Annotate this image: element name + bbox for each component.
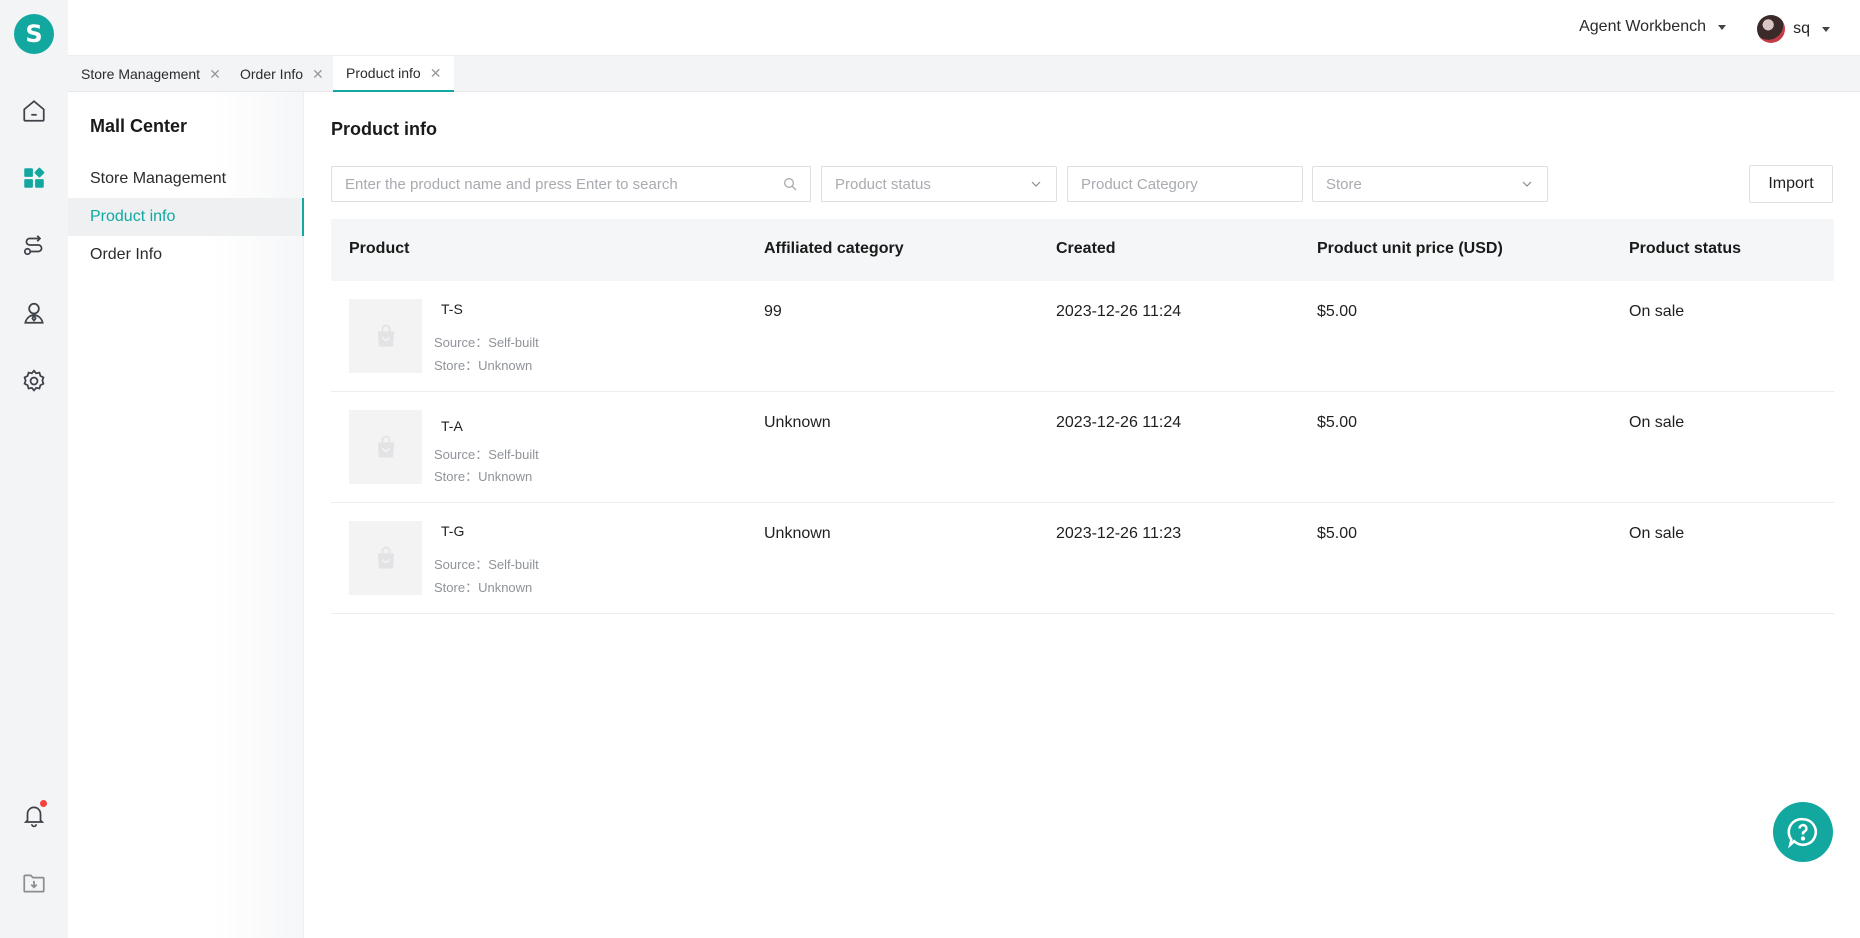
logo-letter: S — [25, 20, 43, 48]
caret-down-icon — [1822, 26, 1830, 32]
column-header: Created — [1056, 240, 1116, 257]
product-store: Store：Unknown — [434, 358, 533, 373]
agent-icon[interactable] — [19, 298, 49, 328]
product-category: 99 — [764, 303, 782, 320]
page-title: Product info — [331, 119, 437, 139]
help-chat-icon — [1787, 817, 1818, 849]
status-placeholder: Product status — [835, 175, 931, 193]
table-row[interactable]: T-A Source：Self-built Store：Unknown Unkn… — [331, 392, 1834, 503]
search-placeholder: Enter the product name and press Enter t… — [345, 175, 678, 193]
product-image-placeholder — [349, 521, 422, 595]
workbench-label: Agent Workbench — [1579, 18, 1706, 35]
chevron-down-icon — [1522, 181, 1532, 187]
store-select[interactable]: Store — [1312, 166, 1548, 202]
tab-label: Store Management — [81, 66, 201, 82]
download-folder-icon[interactable] — [19, 868, 49, 898]
product-store: Store：Unknown — [434, 580, 533, 595]
store-placeholder: Store — [1326, 175, 1362, 193]
tab-order-info[interactable]: Order Info ✕ — [227, 56, 337, 92]
product-source: Source：Self-built — [434, 557, 539, 572]
product-name[interactable]: T-A — [441, 418, 463, 434]
column-header: Product status — [1629, 240, 1742, 257]
search-input[interactable]: Enter the product name and press Enter t… — [331, 166, 811, 202]
product-price: $5.00 — [1317, 525, 1358, 542]
notification-dot — [40, 800, 47, 807]
column-header: Product unit price (USD) — [1317, 240, 1503, 257]
product-created: 2023-12-26 11:24 — [1056, 303, 1182, 320]
avatar — [1757, 15, 1786, 43]
product-status-select[interactable]: Product status — [821, 166, 1057, 202]
table-row[interactable]: T-G Source：Self-built Store：Unknown Unkn… — [331, 503, 1834, 614]
product-category: Unknown — [764, 525, 831, 542]
secondary-sidebar: Mall Center Store Management Product inf… — [68, 92, 304, 938]
product-created: 2023-12-26 11:24 — [1056, 414, 1182, 431]
sidebar-title: Mall Center — [90, 116, 188, 136]
category-placeholder: Product Category — [1081, 175, 1198, 193]
sidebar-item-store-management[interactable]: Store Management — [68, 160, 304, 198]
table-header: Product Affiliated category Created Prod… — [331, 219, 1834, 281]
route-icon[interactable] — [19, 230, 49, 260]
close-icon[interactable]: ✕ — [209, 66, 221, 83]
user-menu[interactable]: sq — [1757, 15, 1830, 43]
user-name: sq — [1793, 20, 1810, 37]
sidebar-item-product-info[interactable]: Product info — [68, 198, 304, 236]
product-source: Source：Self-built — [434, 335, 539, 350]
close-icon[interactable]: ✕ — [312, 66, 324, 83]
left-rail: S — [0, 0, 68, 938]
column-header: Product — [349, 240, 410, 257]
bell-icon[interactable] — [19, 800, 49, 830]
help-button[interactable] — [1773, 802, 1833, 862]
product-image-placeholder — [349, 410, 422, 484]
caret-down-icon — [1718, 24, 1726, 30]
apps-icon[interactable] — [19, 163, 49, 193]
product-name[interactable]: T-G — [441, 523, 464, 539]
product-price: $5.00 — [1317, 414, 1358, 431]
column-header: Affiliated category — [764, 240, 904, 257]
home-icon[interactable] — [19, 96, 49, 126]
tab-product-info[interactable]: Product info ✕ — [333, 56, 455, 92]
product-image-placeholder — [349, 299, 422, 373]
close-icon[interactable]: ✕ — [430, 65, 442, 82]
shopping-bag-icon — [377, 546, 394, 569]
product-price: $5.00 — [1317, 303, 1358, 320]
shopping-bag-icon — [377, 435, 394, 458]
gear-icon[interactable] — [19, 366, 49, 396]
product-name[interactable]: T-S — [441, 301, 463, 317]
product-category-input[interactable]: Product Category — [1067, 166, 1303, 202]
shopping-bag-icon — [377, 324, 394, 347]
workbench-dropdown[interactable]: Agent Workbench — [1579, 18, 1726, 36]
chevron-down-icon — [1031, 181, 1041, 187]
product-status: On sale — [1629, 303, 1685, 320]
search-icon — [784, 178, 797, 191]
main-content: Product info Enter the product name and … — [305, 92, 1860, 938]
sidebar-item-label: Store Management — [90, 170, 227, 187]
tab-label: Product info — [346, 65, 421, 81]
app-logo[interactable]: S — [14, 14, 54, 54]
table-row[interactable]: T-S Source：Self-built Store：Unknown 99 2… — [331, 281, 1834, 392]
product-status: On sale — [1629, 414, 1685, 431]
product-category: Unknown — [764, 414, 831, 431]
tab-label: Order Info — [240, 66, 304, 82]
product-source: Source：Self-built — [434, 447, 539, 462]
product-status: On sale — [1629, 525, 1685, 542]
sidebar-item-order-info[interactable]: Order Info — [68, 236, 304, 274]
import-button[interactable]: Import — [1749, 165, 1833, 203]
tab-store-management[interactable]: Store Management ✕ — [68, 56, 234, 92]
top-header: Agent Workbench sq — [68, 0, 1860, 56]
product-created: 2023-12-26 11:23 — [1056, 525, 1182, 542]
tab-bar: Store Management ✕ Order Info ✕ Product … — [68, 56, 1860, 92]
sidebar-item-label: Order Info — [90, 246, 163, 263]
product-store: Store：Unknown — [434, 469, 533, 484]
product-table: Product Affiliated category Created Prod… — [331, 219, 1834, 614]
sidebar-item-label: Product info — [90, 208, 176, 225]
